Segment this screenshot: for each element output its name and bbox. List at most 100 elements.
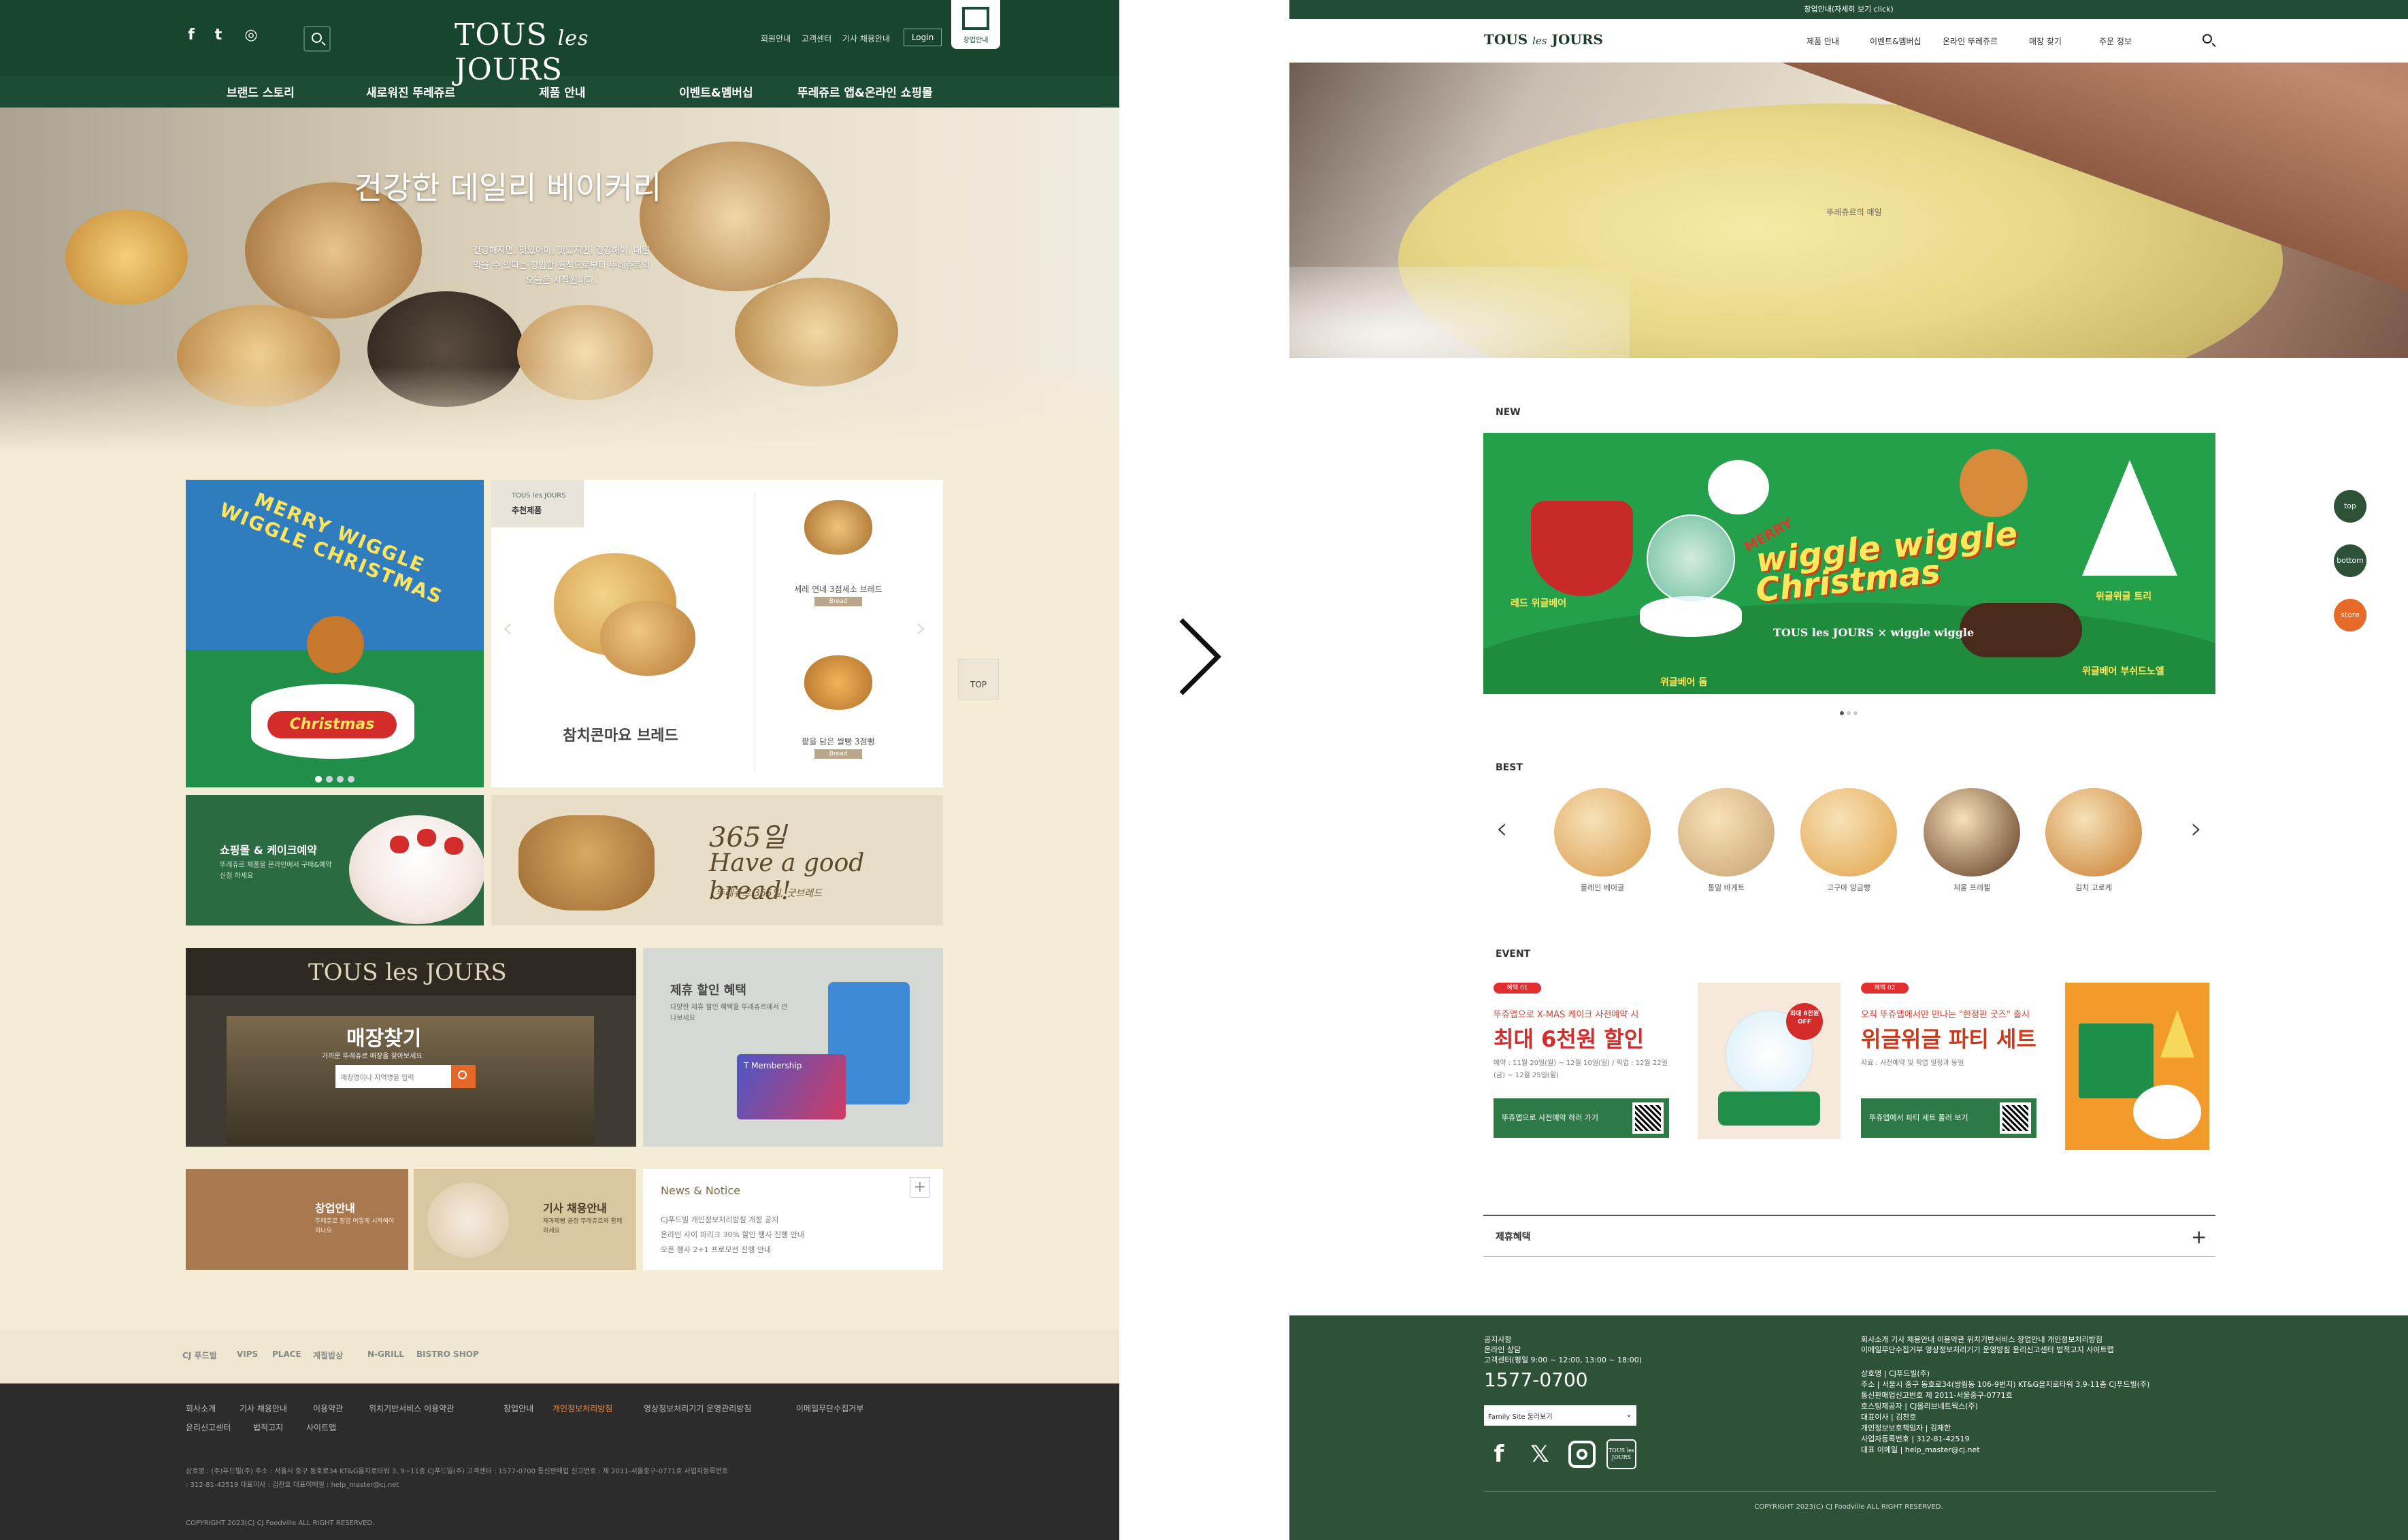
franchise-topbar[interactable]: 창업안내(자세히 보기 click): [1289, 0, 2408, 19]
footer-link[interactable]: 사이트맵: [306, 1422, 336, 1433]
recruit-banner[interactable]: 기사 채용안내 제과제빵 공정 뚜레쥬르와 함께 하세요: [414, 1169, 636, 1270]
util-link-member[interactable]: 회원안내: [761, 33, 791, 44]
family-brand[interactable]: PLACE: [272, 1349, 301, 1359]
chevron-left-icon[interactable]: ‹: [1491, 814, 1512, 848]
shop-cake-banner[interactable]: 쇼핑몰 & 케이크예약 뚜레쥬르 제품을 온라인에서 구매&예약신청 하세요: [186, 795, 484, 925]
event-card-2: 혜택 02 오직 뚜쥬앱에서만 만나는 "한정판 굿즈" 출시 위글위글 파티 …: [1861, 983, 2039, 1142]
product-name[interactable]: 세레 연네 3점세소 브레드: [770, 583, 906, 595]
facebook-icon[interactable]: f: [1484, 1439, 1514, 1469]
chevron-right-icon[interactable]: ›: [2186, 814, 2207, 848]
news-title: News & Notice: [661, 1184, 740, 1197]
footer-link[interactable]: 기사 채용안내: [240, 1403, 287, 1414]
top-button[interactable]: TOP: [958, 659, 999, 700]
partner-benefits-accordion[interactable]: 제휴혜택 +: [1483, 1215, 2215, 1257]
instagram-icon[interactable]: [1568, 1441, 1596, 1468]
gnb-order-info[interactable]: 주문 정보: [2099, 35, 2132, 47]
gnb-online[interactable]: 온라인 뚜레쥬르: [1943, 35, 1998, 47]
logo[interactable]: TOUS les JOURS: [455, 18, 659, 87]
footer-link-online[interactable]: 온라인 상담: [1484, 1345, 1521, 1356]
gnb-brand-story[interactable]: 브랜드 스토리: [227, 83, 295, 100]
product-image: [1800, 788, 1897, 877]
carousel-dot[interactable]: [326, 776, 333, 783]
event-cta-button[interactable]: 뚜쥬앱으로 사전예약 하러 가기: [1494, 1098, 1669, 1138]
footer-link[interactable]: 이용약관: [313, 1403, 343, 1414]
util-link-cs[interactable]: 고객센터: [802, 33, 831, 44]
gnb-products[interactable]: 제품 안내: [1807, 35, 1839, 47]
footer-link-privacy[interactable]: 개인정보처리방침: [552, 1403, 612, 1414]
family-site-select[interactable]: Family Site 둘러보기 ⌄: [1484, 1405, 1636, 1426]
banner-label: 위글베어 돔: [1660, 677, 1708, 688]
footer-link[interactable]: 이메일무단수집거부: [796, 1403, 863, 1414]
scroll-top-button[interactable]: top: [2334, 490, 2366, 523]
gnb-products[interactable]: 제품 안내: [539, 83, 585, 100]
product-image[interactable]: [804, 655, 872, 710]
news-item[interactable]: CJ푸드빌 개인정보처리방침 개정 공지: [661, 1214, 778, 1225]
scroll-bottom-button[interactable]: bottom: [2334, 544, 2366, 577]
gnb-store-finder[interactable]: 매장 찾기: [2029, 35, 2062, 47]
product-name[interactable]: 참치콘마요 브레드: [532, 723, 709, 745]
plus-icon[interactable]: +: [2191, 1226, 2207, 1248]
news-item[interactable]: 오픈 행사 2+1 프로모션 진행 안내: [661, 1244, 771, 1255]
footer-link[interactable]: 창업안내: [504, 1403, 533, 1414]
chevron-left-icon[interactable]: ‹: [502, 612, 513, 644]
gnb-app-shop[interactable]: 뚜레쥬르 앱&온라인 쇼핑몰: [797, 83, 933, 100]
search-button[interactable]: [303, 26, 331, 52]
search-button[interactable]: [2201, 33, 2216, 48]
carousel-dot[interactable]: [1853, 711, 1858, 715]
news-item[interactable]: 온라인 사이 파리크 30% 할인 행사 진행 안내: [661, 1229, 804, 1240]
family-brand[interactable]: VIPS: [237, 1349, 258, 1359]
footer-link-notice[interactable]: 공지사항: [1484, 1334, 1511, 1345]
store-button[interactable]: store: [2334, 599, 2366, 632]
family-brand[interactable]: N-GRILL: [367, 1349, 404, 1359]
xmas-banner[interactable]: MERRY wiggle wiggle Christmas TOUS les J…: [1483, 433, 2215, 694]
family-brand[interactable]: 계절밥상: [313, 1349, 343, 1361]
carousel-dots[interactable]: [186, 772, 484, 785]
gnb-new-touslesjours[interactable]: 새로워진 뚜레쥬르: [366, 83, 455, 100]
carousel-dot[interactable]: [315, 776, 322, 783]
company-info: 개인정보보호책임자 | 김재한: [1861, 1424, 1951, 1432]
hero-banner[interactable]: 건강한 데일리 베이커리 건강해지면, 맛있어야, 맛있지면, 건강해야, 매일…: [0, 108, 1119, 455]
store-search-input[interactable]: 매장명이나 지역명을 입력: [335, 1065, 451, 1088]
carousel-dot[interactable]: [348, 776, 354, 783]
login-button[interactable]: Login: [904, 29, 942, 46]
good-bread-banner[interactable]: 365일 Have a good bread! 뚜레쥬르 365일, 굿브레드: [491, 795, 943, 925]
footer-link[interactable]: 법적고지: [253, 1422, 283, 1433]
family-brand[interactable]: BISTRO SHOP: [416, 1349, 479, 1359]
footer-link[interactable]: 회사소개: [186, 1403, 216, 1414]
carousel-dot[interactable]: [1847, 711, 1851, 715]
family-brand[interactable]: CJ 푸드빌: [182, 1349, 217, 1361]
carousel-dots[interactable]: [1289, 705, 2408, 718]
carousel-dot[interactable]: [1840, 711, 1844, 715]
gnb-events[interactable]: 이벤트&멤버십: [1870, 35, 1922, 47]
event-sub: 오직 뚜쥬앱에서만 만나는 "한정판 굿즈" 출시: [1861, 1010, 2030, 1020]
event-cta-button[interactable]: 뚜쥬앱에서 파티 세트 풀러 보기: [1861, 1098, 2036, 1138]
recommended-products-card[interactable]: TOUS les JOURS 추천제품 참치콘마요 브레드 세레 연네 3점세소 …: [491, 480, 943, 787]
footer-link[interactable]: 위치기반서비스 이용약관: [369, 1403, 454, 1414]
twitter-icon[interactable]: t: [211, 27, 226, 44]
logo[interactable]: TOUS les JOURS: [1484, 31, 1603, 48]
footer-links[interactable]: 회사소개 기사 채용안내 이용약관 위치기반서비스 창업안내 개인정보처리방침: [1861, 1334, 2102, 1345]
footer-links[interactable]: 이메일무단수집거부 영상정보처리기기 운영방침 윤리신고센터 법적고지 사이트맵: [1861, 1345, 2114, 1356]
event-image-1[interactable]: 최대 6천원 OFF: [1698, 983, 1841, 1139]
footer-logo[interactable]: TOUS les JOURS: [1606, 1439, 1636, 1469]
carousel-dot[interactable]: [337, 776, 344, 783]
footer-link[interactable]: 윤리신고센터: [186, 1422, 231, 1433]
footer-link[interactable]: 영상정보처리기기 운영관리방침: [644, 1403, 751, 1414]
product-name[interactable]: 팥을 담은 쌀빵 3점빵: [770, 736, 906, 747]
instagram-icon[interactable]: ◎: [244, 27, 259, 44]
plus-icon[interactable]: +: [910, 1177, 930, 1198]
franchise-button[interactable]: 창업안내: [951, 0, 1000, 49]
gnb-events[interactable]: 이벤트&멤버십: [679, 83, 753, 100]
franchise-banner[interactable]: 창업안내 뚜레쥬르 창업 어떻게 시작해야 하나요: [186, 1169, 408, 1270]
event-image-2[interactable]: [2065, 983, 2209, 1150]
hero-banner[interactable]: 뚜레쥬르의 매일: [1289, 63, 2408, 358]
store-search-button[interactable]: [451, 1065, 476, 1088]
membership-card[interactable]: 제휴 할인 혜택 다양한 제휴 할인 혜택을 뚜레쥬르에서 만나보세요 T Me…: [643, 948, 943, 1147]
company-info: 대표 이메일 | help_master@cj.net: [1861, 1445, 1980, 1454]
product-image[interactable]: [804, 500, 872, 555]
chevron-right-icon[interactable]: ›: [916, 612, 927, 644]
x-icon[interactable]: 𝕏: [1525, 1439, 1555, 1469]
util-link-job[interactable]: 기사 채용안내: [842, 33, 890, 44]
facebook-icon[interactable]: f: [184, 27, 199, 44]
xmas-promo-card[interactable]: MERRY WIGGLE WIGGLE CHRISTMAS Christmas: [186, 480, 484, 787]
